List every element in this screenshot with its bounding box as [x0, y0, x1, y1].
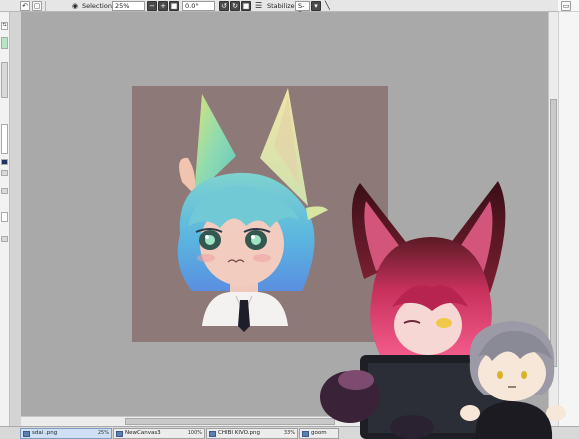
- tab-chibi-kivo[interactable]: CHIBI KIVO.png 33%: [206, 428, 298, 439]
- swap-colors-icon[interactable]: ⇆: [1, 22, 8, 30]
- tab-zoom: 33%: [283, 430, 295, 436]
- opacity-option[interactable]: [1, 188, 8, 194]
- top-toolbar: ↶ ▢ ◉ Selection 25% − + ■ 0.0° ↺ ↻ ■ ☰ S…: [0, 0, 579, 18]
- stabilizer-label: Stabilizer: [267, 2, 298, 10]
- layer-option[interactable]: [1, 236, 8, 242]
- image-icon: [116, 431, 123, 437]
- rotate-right-icon[interactable]: ↻: [230, 1, 240, 11]
- toolbar-divider: [45, 1, 46, 11]
- undo-icon[interactable]: ↶: [20, 1, 30, 11]
- streamer-overlay: [320, 175, 579, 439]
- workspace-left-margin: [10, 12, 21, 426]
- plus-icon[interactable]: +: [158, 1, 168, 11]
- selection-label: Selection: [82, 2, 112, 10]
- tab-zoom: 25%: [97, 430, 109, 436]
- pen-icon[interactable]: ╲: [325, 1, 330, 11]
- tie: [238, 300, 250, 332]
- tab-newcanvas3[interactable]: NewCanvas3 100%: [113, 428, 205, 439]
- tab-zoom: 100%: [187, 430, 202, 436]
- zoom-input[interactable]: 25%: [112, 1, 145, 11]
- panel-toggle-icon[interactable]: ▭: [561, 1, 571, 11]
- tab-label: NewCanvas3: [125, 430, 161, 436]
- vtuber-avatar: [320, 181, 566, 439]
- brush-preview: [1, 124, 8, 154]
- flip-icon[interactable]: ■: [241, 1, 251, 11]
- angle-input[interactable]: 0.0°: [182, 1, 215, 11]
- left-palette: ⇆: [0, 12, 10, 426]
- image-icon: [23, 431, 30, 437]
- color-slider[interactable]: [1, 62, 8, 98]
- primary-color-swatch[interactable]: [1, 37, 8, 49]
- app-window: ↶ ▢ ◉ Selection 25% − + ■ 0.0° ↺ ↻ ■ ☰ S…: [0, 0, 579, 439]
- secondary-color-swatch[interactable]: [1, 159, 8, 165]
- pink-ear: [179, 157, 196, 194]
- layer-thumb-1[interactable]: [1, 212, 8, 222]
- stabilizer-input[interactable]: S-5: [295, 1, 310, 18]
- image-icon: [209, 431, 216, 437]
- reset-icon[interactable]: ■: [169, 1, 179, 11]
- horizontal-scroll-thumb[interactable]: [125, 418, 335, 425]
- eye-icon[interactable]: ◉: [72, 1, 78, 11]
- rotate-left-icon[interactable]: ↺: [219, 1, 229, 11]
- redo-icon[interactable]: ▢: [32, 1, 42, 11]
- tab-label: sdai .png: [32, 430, 58, 436]
- image-icon: [302, 431, 309, 437]
- tab-label: CHIBI KIVO.png: [218, 430, 260, 436]
- lines-icon: ☰: [255, 1, 263, 10]
- minus-icon[interactable]: −: [147, 1, 157, 11]
- tab-sdai[interactable]: sdai .png 25%: [20, 428, 112, 439]
- toolbar-right-area: ▭: [558, 0, 579, 12]
- brush-size-option[interactable]: [1, 170, 8, 176]
- stabilizer-dropdown-icon[interactable]: ▾: [311, 1, 321, 11]
